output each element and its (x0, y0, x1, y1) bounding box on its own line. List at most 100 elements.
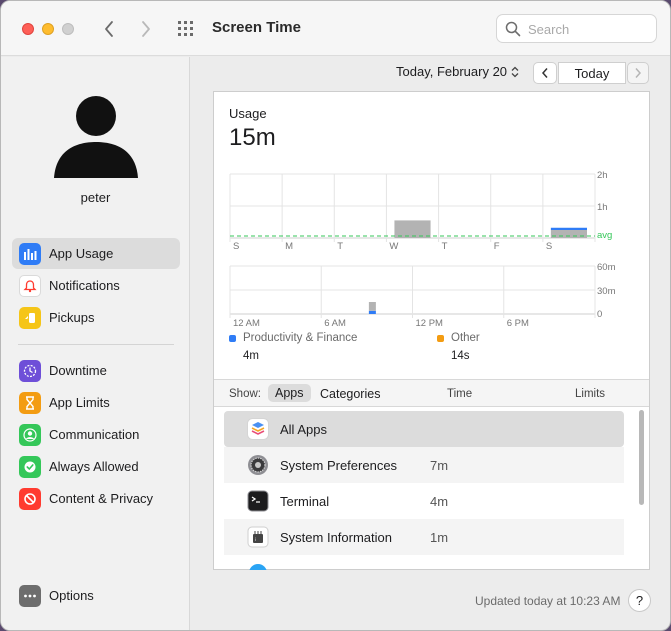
titlebar: Screen Time Search (1, 1, 670, 56)
x-tick-label: M (285, 241, 293, 252)
screen-time-window: Screen Time Search peter App Usage Notif… (0, 0, 671, 631)
sidebar: peter App Usage Notifications Pickups Do… (1, 57, 190, 630)
list-scrollbar[interactable] (639, 410, 644, 505)
updated-timestamp: Updated today at 10:23 AM (475, 594, 621, 608)
chevron-right-icon (635, 68, 642, 78)
sidebar-item-label: App Usage (49, 246, 114, 261)
bar (368, 302, 376, 311)
table-row[interactable]: All Apps (224, 411, 624, 447)
zoom-button[interactable] (62, 23, 74, 35)
person-icon (19, 423, 41, 446)
app-time: 4m (430, 493, 449, 509)
today-button[interactable]: Today (558, 62, 626, 84)
grid-icon (178, 21, 193, 36)
forward-button[interactable] (134, 15, 158, 43)
y-tick-label: 2h (597, 170, 608, 181)
table-header: Show: Apps Categories Time Limits (214, 379, 649, 407)
sidebar-item-label: Pickups (49, 310, 95, 325)
sidebar-item-options[interactable]: Options (12, 580, 180, 611)
usage-panel: Usage 15m S M T W T F S 2h 1h avg 12 AM 6 AM 12 PM 6 … (213, 91, 650, 570)
bar (550, 227, 587, 230)
sidebar-item-label: Downtime (49, 363, 107, 378)
sidebar-item-pickups[interactable]: Pickups (12, 302, 180, 333)
x-tick-label: S (546, 241, 552, 252)
bell-icon (19, 274, 41, 297)
x-tick-label: 6 AM (324, 318, 346, 329)
stack-icon (247, 418, 269, 440)
table-row[interactable]: i System Information 1m (224, 519, 624, 555)
x-tick-label: T (442, 241, 448, 252)
app-icon (247, 562, 269, 570)
sidebar-item-label: Communication (49, 427, 140, 442)
legend-swatch-other (437, 335, 444, 342)
gear-icon (247, 454, 269, 476)
app-list: All Apps System Preferences 7m Terminal … (214, 408, 649, 570)
show-all-button[interactable] (175, 17, 199, 41)
terminal-icon (247, 490, 269, 512)
legend-swatch-productivity (229, 335, 236, 342)
show-label: Show: (229, 388, 261, 400)
sidebar-item-label: Always Allowed (49, 459, 139, 474)
legend-value-other: 14s (451, 350, 470, 362)
sidebar-item-notifications[interactable]: Notifications (12, 270, 180, 301)
app-name: Terminal (280, 493, 330, 509)
app-name: System Information (280, 529, 392, 545)
sidebar-divider (18, 344, 174, 345)
sidebar-item-communication[interactable]: Communication (12, 419, 180, 450)
x-tick-label: 12 AM (233, 318, 260, 329)
hourglass-icon (19, 391, 41, 414)
app-time: 7m (430, 457, 449, 473)
date-selector[interactable]: Today, February 20 (396, 64, 519, 79)
sidebar-item-label: App Limits (49, 395, 110, 410)
user-name: peter (80, 190, 111, 205)
search-placeholder: Search (528, 22, 570, 37)
search-icon (505, 21, 521, 37)
bar (394, 220, 431, 238)
app-time: 1m (430, 529, 449, 545)
column-time[interactable]: Time (447, 388, 472, 400)
svg-text:i: i (255, 537, 256, 542)
chevron-left-icon (541, 68, 548, 78)
usage-total: 15m (229, 124, 276, 151)
next-day-button[interactable] (627, 62, 649, 84)
tab-apps[interactable]: Apps (268, 384, 311, 402)
table-row[interactable]: System Preferences 7m (224, 447, 624, 483)
checkmark-icon (19, 455, 41, 478)
tab-categories[interactable]: Categories (320, 387, 380, 401)
app-name: System Preferences (280, 457, 398, 473)
window-title: Screen Time (212, 19, 301, 36)
minimize-button[interactable] (42, 23, 54, 35)
y-tick-label: 60m (597, 262, 616, 273)
x-tick-label: T (337, 241, 343, 252)
chevron-left-icon (105, 21, 113, 37)
table-row[interactable]: Terminal 4m (224, 483, 624, 519)
back-button[interactable] (97, 15, 121, 43)
bar (550, 230, 587, 238)
usage-label: Usage (229, 106, 267, 121)
bar-chart-icon (19, 242, 41, 265)
search-field[interactable]: Search (496, 14, 657, 43)
sidebar-item-downtime[interactable]: Downtime (12, 355, 180, 386)
sidebar-item-label: Notifications (49, 278, 120, 293)
legend-label-productivity: Productivity & Finance (243, 332, 358, 344)
sidebar-item-label: Options (49, 588, 94, 603)
sidebar-item-app-usage[interactable]: App Usage (12, 238, 180, 269)
usage-charts: S M T W T F S 2h 1h avg 12 AM 6 AM 12 PM 6 PM 60m 30m 0 (229, 170, 616, 329)
close-button[interactable] (22, 23, 34, 35)
sidebar-item-content-privacy[interactable]: Content & Privacy (12, 483, 180, 514)
sidebar-item-label: Content & Privacy (49, 491, 154, 506)
help-button[interactable]: ? (628, 589, 651, 612)
sidebar-item-always-allowed[interactable]: Always Allowed (12, 451, 180, 482)
chip-icon: i (247, 526, 269, 548)
ellipsis-icon (19, 584, 41, 607)
x-tick-label: W (389, 241, 398, 252)
table-row-partial[interactable] (224, 555, 624, 570)
sidebar-item-app-limits[interactable]: App Limits (12, 387, 180, 418)
app-name: All Apps (280, 421, 327, 437)
previous-day-button[interactable] (533, 62, 557, 84)
y-tick-label: 30m (597, 286, 616, 297)
legend-value-productivity: 4m (243, 350, 259, 362)
downtime-icon (19, 359, 41, 382)
y-tick-label: 0 (597, 309, 602, 320)
column-limits[interactable]: Limits (575, 388, 605, 400)
